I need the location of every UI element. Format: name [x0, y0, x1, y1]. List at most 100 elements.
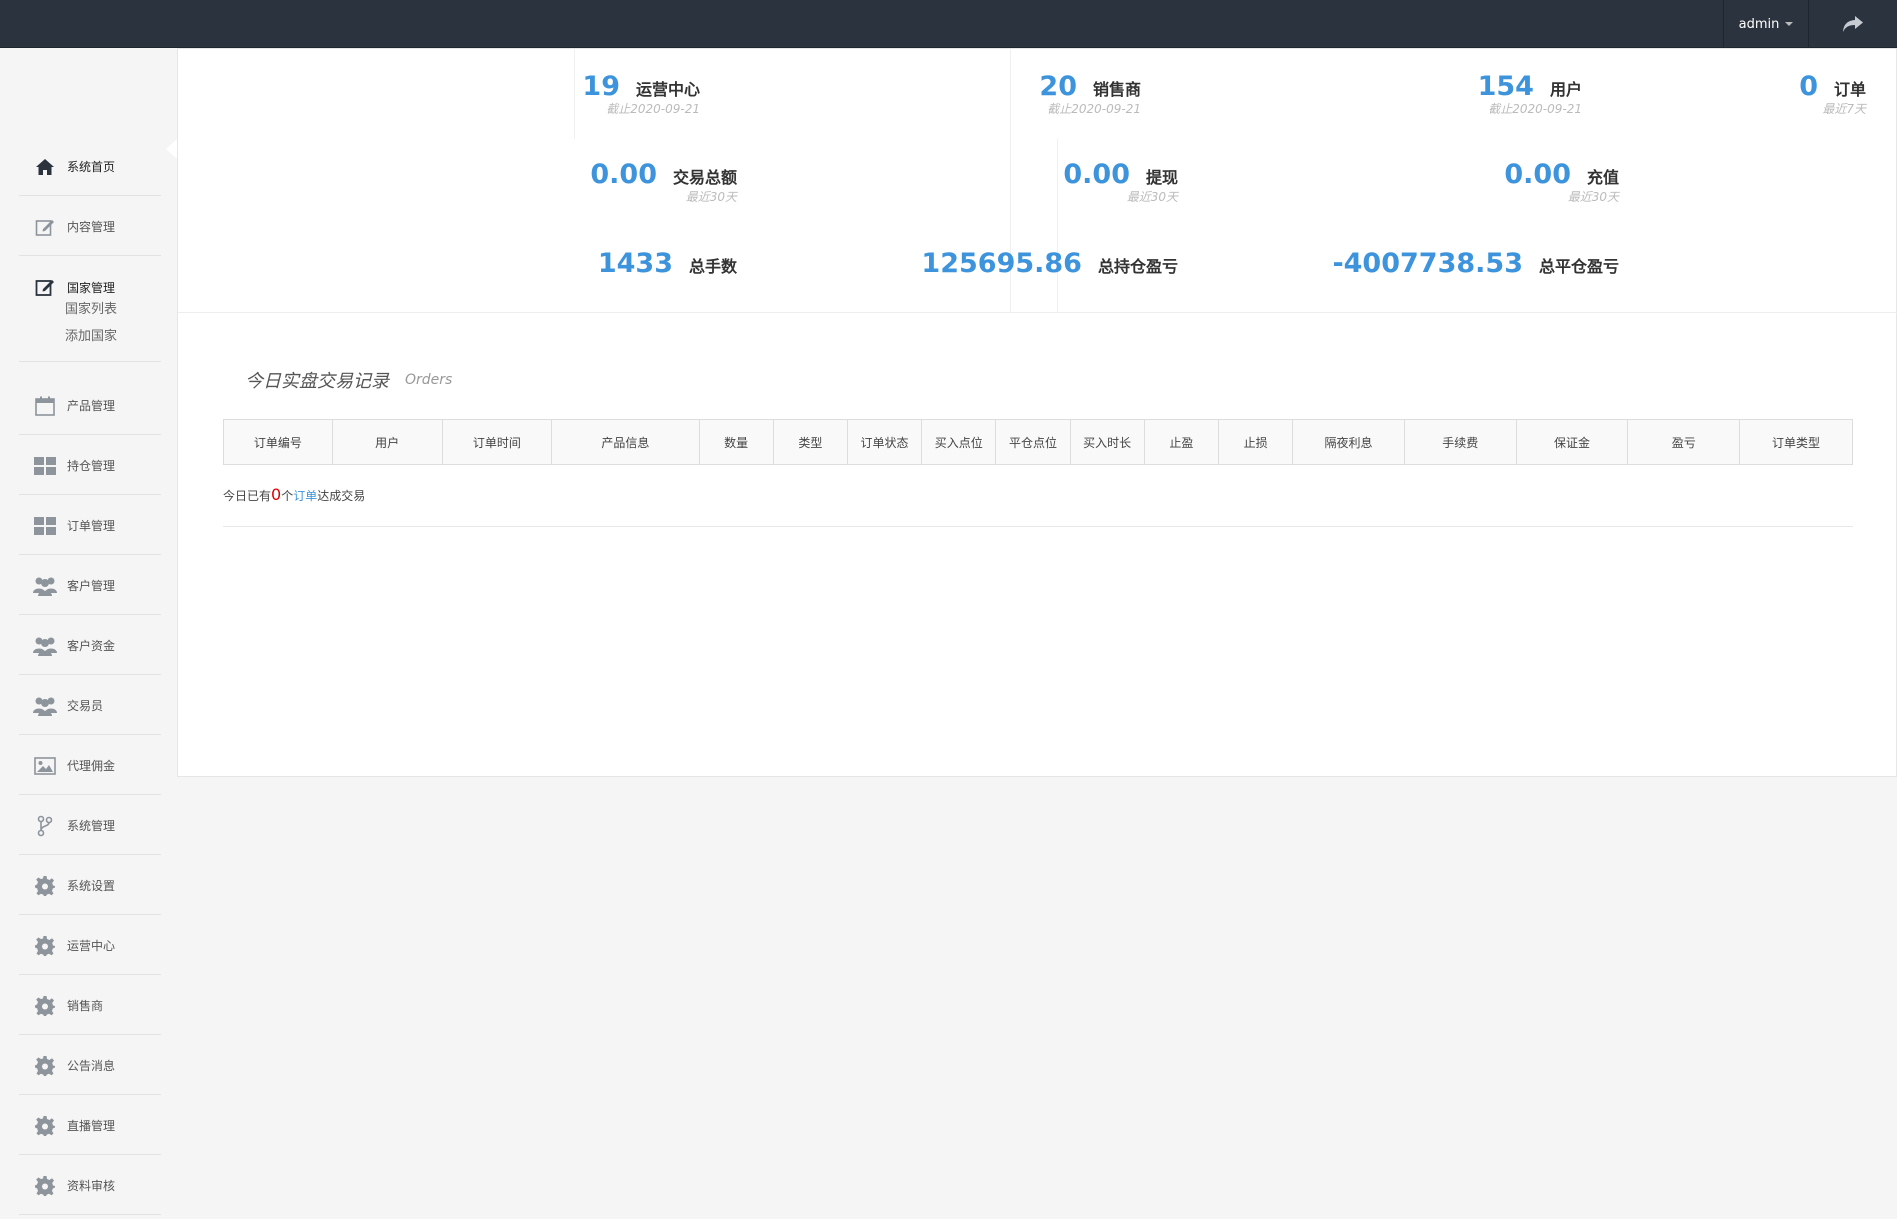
- sidebar-item-distributors[interactable]: 销售商: [19, 977, 161, 1035]
- column-header[interactable]: 买入时长: [1069, 419, 1145, 465]
- gear-icon: [33, 934, 57, 958]
- sidebar-item-orders[interactable]: 订单管理: [19, 497, 161, 555]
- summary-count: 0: [271, 485, 282, 504]
- summary-text: 达成交易: [317, 489, 366, 503]
- column-header[interactable]: 订单编号: [223, 419, 333, 465]
- stat-label: 提现: [1145, 168, 1178, 187]
- stat-label: 交易总额: [672, 168, 737, 187]
- grid-icon: [33, 514, 57, 538]
- sidebar-subitem-add-country[interactable]: 添加国家: [65, 325, 117, 344]
- orders-table-header-row: 订单编号 用户 订单时间 产品信息 数量 类型 订单状态 买入点位 平仓点位 买…: [223, 419, 1853, 465]
- sidebar-item-operation-center[interactable]: 运营中心: [19, 917, 161, 975]
- sidebar-subitem-country-list[interactable]: 国家列表: [65, 298, 117, 317]
- dashboard-panel: 19 运营中心 截止2020-09-21 20 销售商 截止2020-09-21 1…: [177, 48, 1897, 777]
- stat-date: 截止2020-09-21: [606, 102, 700, 116]
- column-header[interactable]: 订单状态: [846, 419, 923, 465]
- stat-label: 用户: [1549, 80, 1582, 99]
- column-header[interactable]: 订单时间: [441, 419, 553, 465]
- stat-value: 0.00: [590, 159, 657, 190]
- sidebar-item-traders[interactable]: 交易员: [19, 677, 161, 735]
- summary-divider: [223, 526, 1853, 527]
- orders-link[interactable]: 订单: [293, 489, 317, 503]
- stat-date: 最近30天: [685, 190, 737, 204]
- logout-button[interactable]: [1809, 0, 1897, 48]
- stat-operation-center: 19 运营中心 截止2020-09-21: [582, 71, 700, 117]
- column-header[interactable]: 类型: [772, 419, 848, 465]
- stat-label: 订单: [1833, 80, 1866, 99]
- gear-icon: [33, 994, 57, 1018]
- sidebar-item-label: 系统设置: [67, 879, 116, 893]
- sidebar-item-home[interactable]: 系统首页: [19, 138, 161, 196]
- stat-orders: 0 订单 最近7天: [1799, 71, 1866, 117]
- orders-section-subtitle: Orders: [405, 372, 453, 388]
- stat-label: 总持仓盈亏: [1097, 257, 1178, 276]
- sidebar-item-label: 客户资金: [67, 639, 116, 653]
- sidebar: 系统首页 内容管理 国家管理 国家列表 添加国家 产品管理 持仓管理 订单管理: [0, 48, 177, 1219]
- stat-value: 0.00: [1504, 159, 1571, 190]
- stat-value: 0.00: [1063, 159, 1130, 190]
- column-header[interactable]: 产品信息: [551, 419, 700, 465]
- stat-divider: [574, 49, 575, 139]
- sidebar-item-customers[interactable]: 客户管理: [19, 557, 161, 615]
- sidebar-item-agent-commission[interactable]: 代理佣金: [19, 737, 161, 795]
- stat-total-position-pl: 125695.86 总持仓盈亏: [921, 248, 1178, 279]
- stat-value: 154: [1477, 71, 1534, 102]
- sidebar-item-customer-funds[interactable]: 客户资金: [19, 617, 161, 675]
- sidebar-item-system-settings[interactable]: 系统设置: [19, 857, 161, 915]
- stat-label: 总手数: [688, 257, 737, 276]
- sidebar-item-content[interactable]: 内容管理: [19, 198, 161, 256]
- stat-users: 154 用户 截止2020-09-21: [1478, 71, 1582, 117]
- admin-user-menu[interactable]: admin: [1723, 0, 1809, 48]
- stat-label: 总平仓盈亏: [1538, 257, 1619, 276]
- share-arrow-icon: [1843, 16, 1863, 32]
- stat-value: 19: [582, 71, 620, 102]
- active-nav-pointer: [166, 139, 177, 159]
- sidebar-item-live-broadcast[interactable]: 直播管理: [19, 1097, 161, 1155]
- stat-date: 截止2020-09-21: [1047, 102, 1141, 116]
- summary-text: 个: [281, 489, 294, 503]
- column-header[interactable]: 止盈: [1143, 419, 1219, 465]
- edit-icon: [33, 275, 57, 299]
- summary-text: 今日已有: [223, 489, 272, 503]
- column-header[interactable]: 平仓点位: [995, 419, 1071, 465]
- stat-date: 最近30天: [1567, 190, 1619, 204]
- users-icon: [33, 634, 57, 658]
- column-header[interactable]: 用户: [331, 419, 443, 465]
- stat-total-close-pl: -4007738.53 总平仓盈亏: [1332, 248, 1619, 279]
- orders-table: 订单编号 用户 订单时间 产品信息 数量 类型 订单状态 买入点位 平仓点位 买…: [223, 419, 1853, 465]
- sidebar-item-positions[interactable]: 持仓管理: [19, 437, 161, 495]
- sidebar-item-label: 系统首页: [67, 160, 116, 174]
- sidebar-item-label: 订单管理: [67, 519, 116, 533]
- stat-date: 最近30天: [1126, 190, 1178, 204]
- column-header[interactable]: 盈亏: [1627, 419, 1741, 465]
- sidebar-item-label: 资料审核: [67, 1179, 116, 1193]
- column-header[interactable]: 手续费: [1403, 419, 1517, 465]
- column-header[interactable]: 保证金: [1515, 419, 1629, 465]
- gear-icon: [33, 1114, 57, 1138]
- stat-label: 销售商: [1092, 80, 1141, 99]
- sidebar-item-label: 代理佣金: [67, 759, 116, 773]
- sidebar-item-document-review[interactable]: 资料审核: [19, 1157, 161, 1215]
- column-header[interactable]: 止损: [1217, 419, 1294, 465]
- sidebar-item-system-management[interactable]: 系统管理: [19, 797, 161, 855]
- column-header[interactable]: 买入点位: [921, 419, 997, 465]
- image-icon: [33, 754, 57, 778]
- sidebar-item-label: 内容管理: [67, 220, 116, 234]
- sidebar-item-label: 直播管理: [67, 1119, 116, 1133]
- column-header[interactable]: 订单类型: [1739, 419, 1853, 465]
- sidebar-divider: [19, 361, 161, 362]
- branch-icon: [33, 814, 57, 838]
- sidebar-item-products[interactable]: 产品管理: [19, 377, 161, 435]
- calendar-icon: [33, 394, 57, 418]
- gear-icon: [33, 874, 57, 898]
- stat-withdraw: 0.00 提现 最近30天: [1063, 159, 1178, 205]
- sidebar-item-announcements[interactable]: 公告消息: [19, 1037, 161, 1095]
- home-icon: [33, 155, 57, 179]
- sidebar-item-label: 持仓管理: [67, 459, 116, 473]
- sidebar-item-label: 公告消息: [67, 1059, 116, 1073]
- sidebar-item-label: 交易员: [67, 699, 104, 713]
- column-header[interactable]: 隔夜利息: [1292, 419, 1405, 465]
- column-header[interactable]: 数量: [698, 419, 774, 465]
- sidebar-item-label: 产品管理: [67, 399, 116, 413]
- grid-icon: [33, 454, 57, 478]
